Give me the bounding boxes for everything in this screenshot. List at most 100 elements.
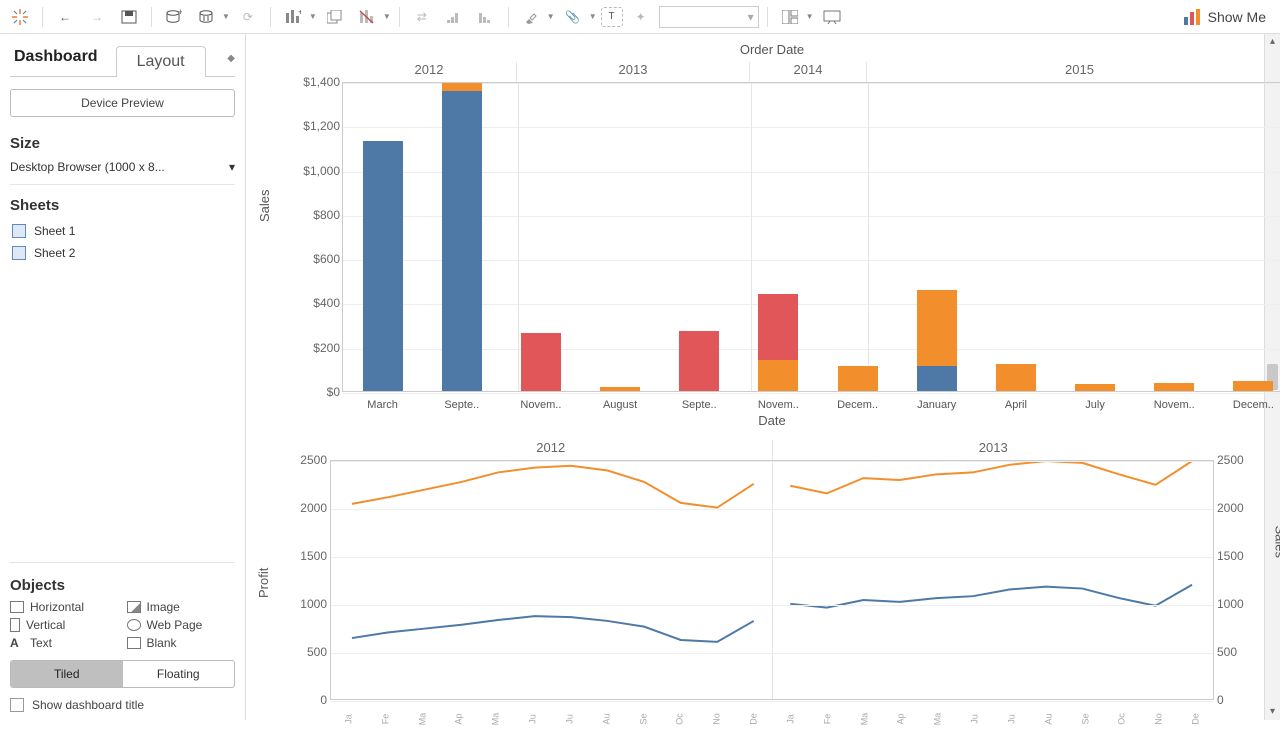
y-tick: 0 [1217,693,1224,707]
tiled-option[interactable]: Tiled [11,661,123,687]
y-tick: $1,400 [280,75,340,89]
object-horizontal[interactable]: Horizontal [10,600,119,614]
duplicate-icon[interactable] [321,3,349,31]
sheet-label: Sheet 1 [34,224,75,238]
y-tick: 2000 [300,501,327,515]
chart-a-plot[interactable]: March Septe.. Novem.. August Septe.. Novem.. D… [342,82,1280,392]
text-label-icon[interactable]: T [601,7,623,27]
bar[interactable]: April [996,364,1036,391]
y-tick: 1500 [300,549,327,563]
sort-asc-icon[interactable] [440,3,468,31]
y-tick: $800 [280,208,340,222]
worksheet-icon [12,224,26,238]
bar[interactable]: Novem.. [758,294,798,391]
object-text[interactable]: AText [10,636,119,650]
dashboard-sidebar: Dashboard Layout ◆ Device Preview Size D… [0,34,246,720]
x-tick: Novem.. [748,399,808,411]
logo-icon[interactable] [6,3,34,31]
bar-chart[interactable]: Order Date Sales 2012 2013 2014 2015 $0 $… [252,42,1280,428]
new-datasource-icon[interactable]: + [160,3,188,31]
object-image[interactable]: Image [127,600,236,614]
save-icon[interactable] [115,3,143,31]
svg-text:+: + [178,9,182,17]
image-icon [127,601,141,613]
bar[interactable]: March [363,141,403,391]
object-webpage[interactable]: Web Page [127,618,236,632]
y-tick: $200 [280,341,340,355]
bar[interactable]: August [600,387,640,391]
y-tick: $0 [280,385,340,399]
text-icon: A [10,636,24,650]
y-tick: 2000 [1217,501,1244,515]
pin-icon[interactable]: ✦ [627,3,655,31]
pin-sidebar-icon[interactable]: ◆ [227,53,235,64]
show-me-label: Show Me [1208,9,1266,25]
webpage-icon [127,619,141,631]
blank-icon [127,637,141,649]
tab-dashboard[interactable]: Dashboard [10,40,108,76]
show-me-button[interactable]: Show Me [1176,9,1274,25]
sheet-label: Sheet 2 [34,246,75,260]
line-chart[interactable]: Profit Sales 2012 2013 05001000150020002… [252,428,1280,718]
sheet-item-1[interactable]: Sheet 1 [10,220,235,242]
sort-desc-icon[interactable] [472,3,500,31]
vertical-icon [10,618,20,632]
chart-a-yaxis-label: Sales [257,189,272,222]
chart-a-title: Order Date [252,42,1280,57]
y-tick: $400 [280,296,340,310]
back-icon[interactable]: ← [51,3,79,31]
x-tick: Septe.. [669,399,729,411]
chevron-down-icon: ▾ [229,160,235,174]
chart-b-plot[interactable] [330,460,1214,700]
object-blank[interactable]: Blank [127,636,236,650]
y-tick: $1,200 [280,119,340,133]
device-preview-button[interactable]: Device Preview [10,89,235,117]
x-tick: April [986,399,1046,411]
bar[interactable]: Septe.. [679,331,719,391]
chart-b-left-axis-label: Profit [256,568,271,598]
bar[interactable]: July [1075,384,1115,391]
size-value: Desktop Browser (1000 x 8... [10,160,165,174]
y-tick: 2500 [1217,453,1244,467]
floating-option[interactable]: Floating [123,661,235,687]
tiled-floating-toggle[interactable]: Tiled Floating [10,660,235,688]
y-tick: 500 [307,645,327,659]
sheet-item-2[interactable]: Sheet 2 [10,242,235,264]
clear-icon[interactable] [353,3,381,31]
object-vertical[interactable]: Vertical [10,618,119,632]
chart-a-year-headers: 2012 2013 2014 2015 [342,62,1280,82]
x-tick: January [907,399,967,411]
presentation-icon[interactable] [818,3,846,31]
y-tick: 1000 [300,597,327,611]
y-tick: 500 [1217,645,1237,659]
bar[interactable]: January [917,290,957,391]
bar[interactable]: Septe.. [442,83,482,391]
pause-data-icon[interactable] [192,3,220,31]
chart-b-year-headers: 2012 2013 [330,440,1214,460]
size-dropdown[interactable]: Desktop Browser (1000 x 8... ▾ [10,158,235,185]
bar[interactable]: Decem.. [838,366,878,391]
bar[interactable]: Novem.. [521,333,561,391]
forward-icon[interactable]: → [83,3,111,31]
y-tick: 1000 [1217,597,1244,611]
cards-icon[interactable] [776,3,804,31]
show-title-checkbox[interactable]: Show dashboard title [10,698,235,720]
x-tick: Septe.. [432,399,492,411]
y-tick: 1500 [1217,549,1244,563]
size-title: Size [10,135,235,152]
new-worksheet-icon[interactable]: + [279,3,307,31]
bar[interactable]: Decem.. [1233,381,1273,391]
fit-dropdown[interactable]: ▾ [659,6,759,28]
x-tick: August [590,399,650,411]
tab-layout[interactable]: Layout [116,46,206,77]
show-me-icon [1184,9,1202,25]
show-title-label: Show dashboard title [32,698,144,712]
attach-icon[interactable]: 📎 [559,3,587,31]
refresh-icon[interactable]: ⟳ [234,3,262,31]
dashboard-canvas[interactable]: ▴ ▾ Order Date Sales 2012 2013 2014 2015… [246,34,1280,720]
x-tick: Novem.. [1144,399,1204,411]
x-tick: Novem.. [511,399,571,411]
bar[interactable]: Novem.. [1154,383,1194,391]
highlight-icon[interactable] [517,3,545,31]
swap-icon[interactable]: ⇄ [408,3,436,31]
